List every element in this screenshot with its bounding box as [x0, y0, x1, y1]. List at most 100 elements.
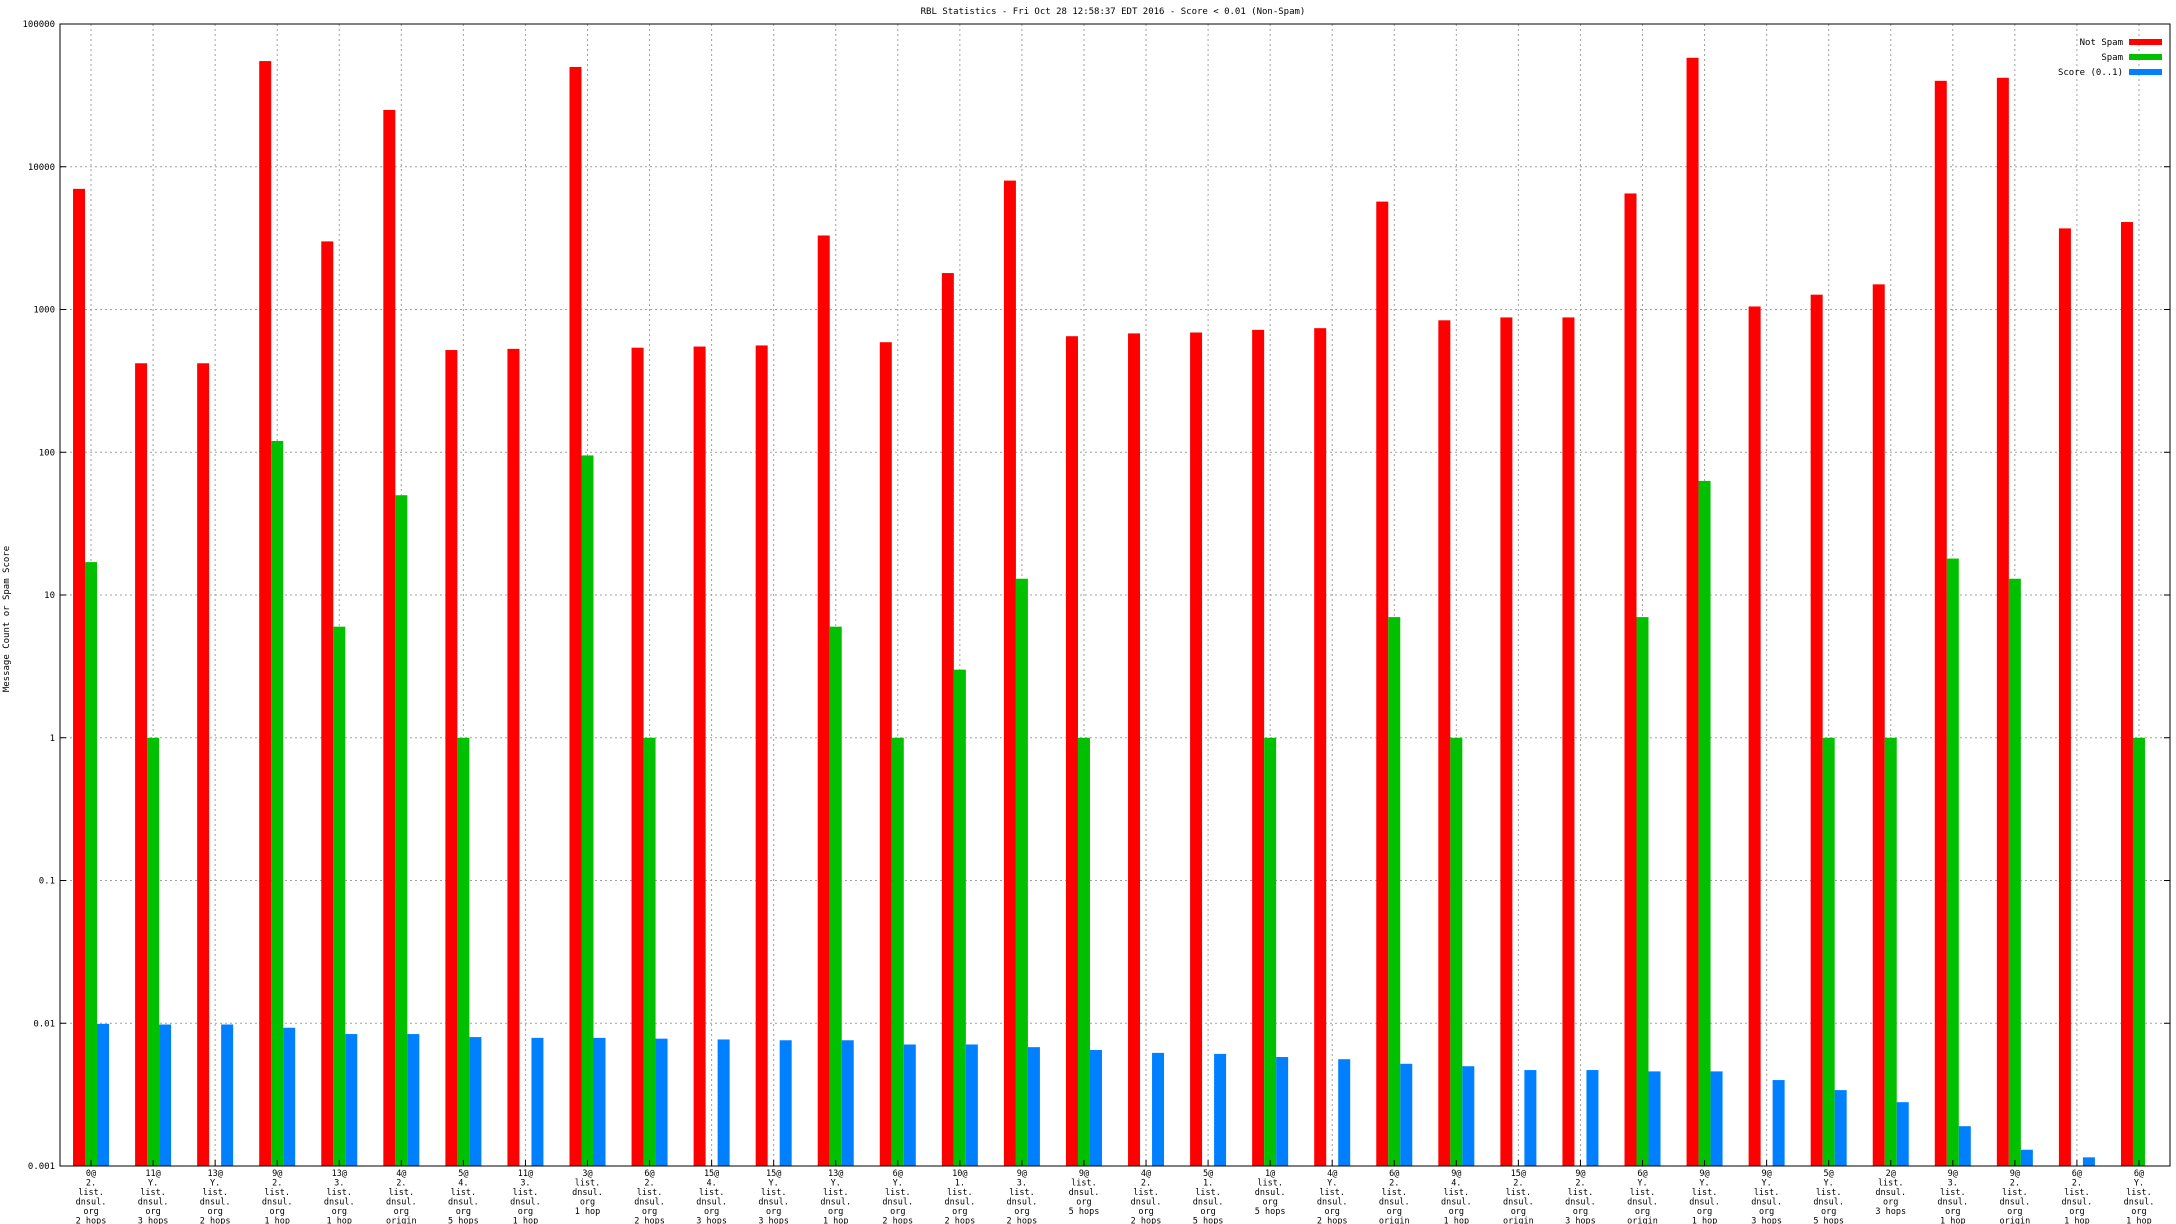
bar-not-spam	[1314, 328, 1327, 1166]
bar-spam	[1636, 617, 1649, 1166]
bar-score-0-1	[1027, 1047, 1040, 1166]
legend-label: Score (0..1)	[2058, 68, 2123, 78]
y-tick-label: 10	[44, 591, 55, 601]
x-tick-label: 13@ Y. list. dnsul. org 2 hops	[200, 1169, 231, 1224]
bar-not-spam	[1500, 317, 1513, 1166]
grid-lines	[60, 24, 2170, 1166]
x-tick-label: 13@ 3. list. dnsul. org 1 hop	[324, 1169, 355, 1224]
bar-not-spam	[445, 350, 458, 1166]
x-tick-label: 13@ Y. list. dnsul. org 1 hop	[820, 1169, 851, 1224]
x-tick-label: 4@ 2. list. dnsul. org origin	[386, 1169, 417, 1224]
bar-spam	[953, 669, 966, 1166]
x-tick-label: 4@ 2. list. dnsul. org 2 hops	[1131, 1169, 1162, 1224]
x-tick-label: 6@ Y. list. dnsul. org 1 hop	[2124, 1169, 2155, 1224]
x-tick-label: 9@ 4. list. dnsul. org 1 hop	[1441, 1169, 1472, 1224]
bar-spam	[1264, 737, 1277, 1166]
bar-spam	[581, 455, 594, 1167]
bar-score-0-1	[841, 1040, 854, 1166]
bar-not-spam	[1252, 329, 1265, 1166]
x-tick-label: 6@ Y. list. dnsul. org 2 hops	[882, 1169, 913, 1224]
y-axis-label: Message Count or Spam Score	[2, 546, 12, 692]
bar-spam	[1450, 737, 1463, 1166]
bar-score-0-1	[1152, 1052, 1165, 1166]
legend: Not Spam Spam Score (0..1)	[2058, 38, 2162, 78]
bar-not-spam	[631, 347, 644, 1166]
bar-not-spam	[507, 348, 520, 1166]
x-tick-label: 10@ 1. list. dnsul. org 2 hops	[944, 1169, 975, 1224]
y-tick-label: 0.001	[28, 1162, 55, 1172]
bar-score-0-1	[407, 1034, 420, 1166]
bar-score-0-1	[965, 1044, 978, 1166]
bar-not-spam	[1128, 333, 1141, 1166]
bar-not-spam	[1438, 320, 1451, 1166]
chart-title: RBL Statistics - Fri Oct 28 12:58:37 EDT…	[921, 7, 1306, 17]
bar-score-0-1	[1400, 1063, 1413, 1166]
x-tick-label: 9@ 2. list. dnsul. org origin	[1999, 1169, 2030, 1224]
bar-score-0-1	[531, 1037, 544, 1166]
bar-spam	[395, 495, 408, 1166]
legend-swatch	[2129, 69, 2162, 75]
bar-spam	[1884, 737, 1897, 1166]
y-tick-label: 1000	[33, 306, 55, 316]
x-tick-label: 9@ Y. list. dnsul. org 3 hops	[1751, 1169, 1782, 1224]
chart: RBL Statistics - Fri Oct 28 12:58:37 EDT…	[2, 7, 2171, 1224]
y-tick-label: 0.1	[39, 877, 55, 887]
bar-not-spam	[73, 188, 86, 1167]
x-tick-label: 6@ Y. list. dnsul. org origin	[1627, 1169, 1658, 1224]
legend-label: Spam	[2101, 53, 2123, 63]
legend-swatch	[2129, 54, 2162, 60]
x-tick-label: 5@ 4. list. dnsul. org 5 hops	[448, 1169, 479, 1224]
bar-not-spam	[383, 109, 396, 1166]
bar-score-0-1	[903, 1044, 916, 1166]
bar-not-spam	[817, 235, 830, 1167]
bar-spam	[85, 562, 98, 1166]
x-tick-label: 9@ 2. list. dnsul. org 1 hop	[262, 1169, 293, 1224]
bar-score-0-1	[1772, 1080, 1785, 1166]
bar-not-spam	[1003, 180, 1016, 1166]
bar-not-spam	[569, 66, 582, 1166]
x-tick-label: 15@ Y. list. dnsul. org 3 hops	[758, 1169, 789, 1224]
x-tick-label: 3@ list. dnsul. org 1 hop	[572, 1169, 603, 1217]
x-tick-label: 11@ Y. list. dnsul. org 3 hops	[138, 1169, 169, 1224]
x-tick-label: 2@ list. dnsul. org 3 hops	[1875, 1169, 1906, 1217]
bar-score-0-1	[1586, 1070, 1599, 1166]
bar-not-spam	[879, 342, 892, 1166]
x-tick-label: 9@ 2. list. dnsul. org 3 hops	[1565, 1169, 1596, 1224]
bar-score-0-1	[1462, 1066, 1475, 1166]
bar-not-spam	[1190, 332, 1203, 1167]
bar-spam	[457, 737, 470, 1166]
bar-not-spam	[197, 363, 210, 1167]
x-tick-label: 9@ Y. list. dnsul. org 1 hop	[1689, 1169, 1720, 1224]
bars	[73, 57, 2145, 1167]
bar-spam	[2008, 578, 2021, 1166]
bar-not-spam	[1686, 57, 1699, 1167]
bar-spam	[1015, 578, 1028, 1166]
bar-score-0-1	[1276, 1057, 1289, 1166]
bar-not-spam	[1065, 336, 1078, 1166]
x-tick-label: 0@ 2. list. dnsul. org 2 hops	[76, 1169, 107, 1224]
bar-not-spam	[1872, 284, 1885, 1166]
x-tick-label: 5@ 1. list. dnsul. org 5 hops	[1193, 1169, 1224, 1224]
y-tick-label: 100000	[22, 20, 55, 30]
x-tick-label: 9@ list. dnsul. org 5 hops	[1069, 1169, 1100, 1217]
bar-not-spam	[1748, 306, 1761, 1166]
y-tick-label: 10000	[28, 163, 55, 173]
bar-not-spam	[1810, 294, 1823, 1166]
bar-spam	[2132, 737, 2145, 1166]
x-tick-label: 15@ 4. list. dnsul. org 3 hops	[696, 1169, 727, 1224]
x-tick-label: 6@ 2. list. dnsul. org 2 hops	[634, 1169, 665, 1224]
bar-score-0-1	[345, 1034, 358, 1166]
x-tick-label: 9@ 3. list. dnsul. org 2 hops	[1007, 1169, 1038, 1224]
bar-spam	[1946, 558, 1959, 1166]
bar-not-spam	[1934, 80, 1947, 1167]
bar-not-spam	[1996, 77, 2009, 1167]
bar-spam	[147, 737, 160, 1166]
bar-score-0-1	[2020, 1149, 2033, 1166]
y-tick-label: 1	[50, 734, 55, 744]
bar-score-0-1	[593, 1037, 606, 1166]
x-tick-label: 6@ 2. list. dnsul. org 1 hop	[2062, 1169, 2093, 1224]
bar-score-0-1	[717, 1039, 730, 1166]
bar-score-0-1	[221, 1024, 234, 1166]
bar-score-0-1	[1524, 1070, 1537, 1166]
bar-not-spam	[259, 61, 272, 1166]
